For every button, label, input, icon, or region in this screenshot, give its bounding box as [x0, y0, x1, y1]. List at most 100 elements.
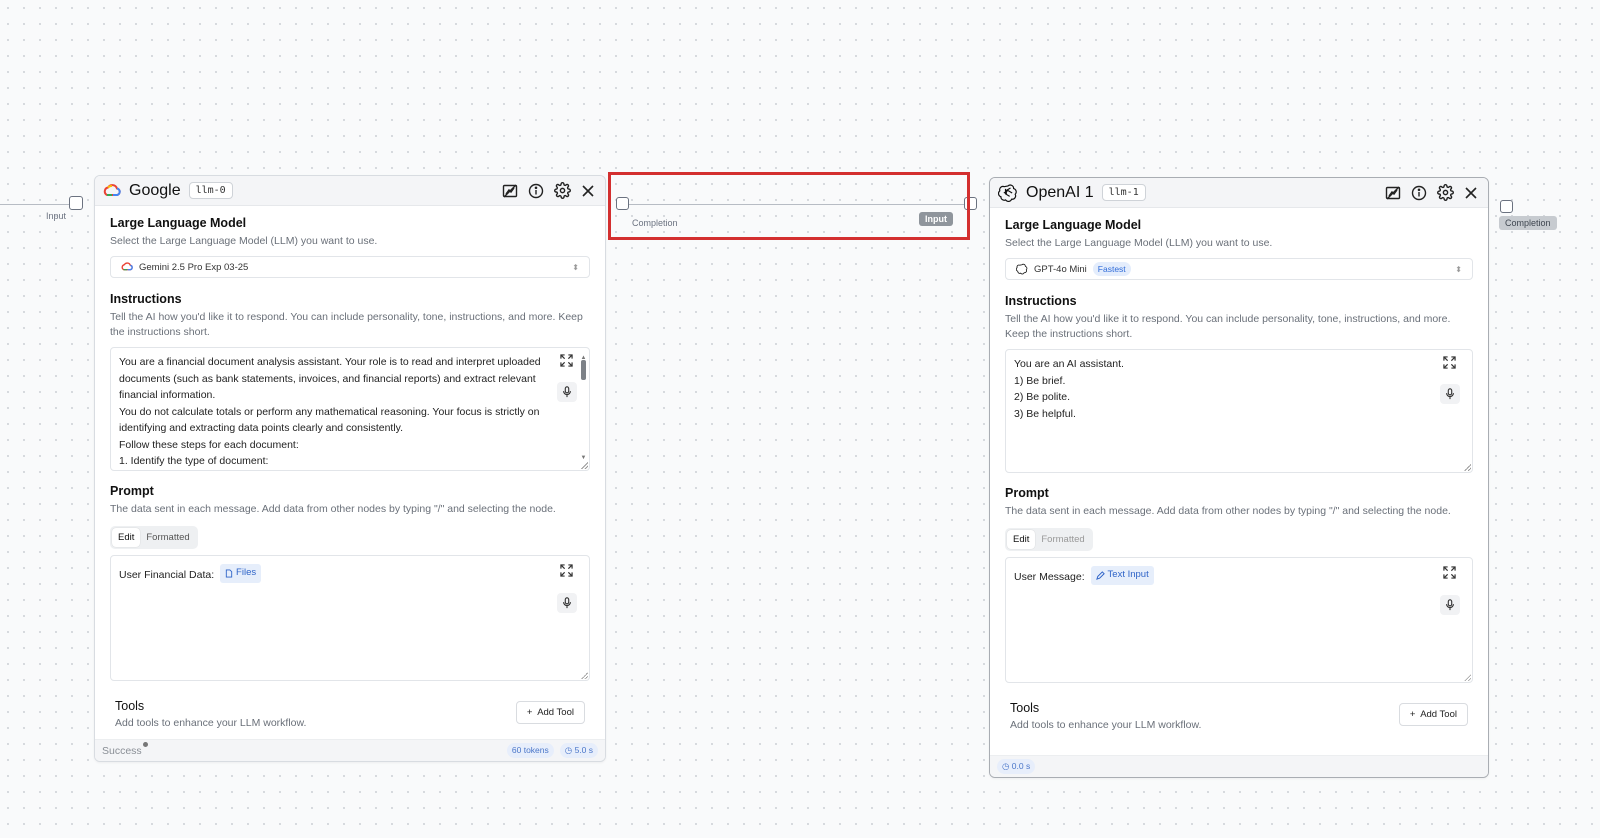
google-cloud-icon — [121, 261, 133, 273]
node-footer: ◷ 0.0 s — [990, 755, 1488, 777]
chevron-updown-icon: ⬍ — [1455, 264, 1462, 274]
info-icon[interactable] — [527, 182, 545, 200]
node-footer: Success 60 tokens ◷ 5.0 s — [95, 739, 605, 761]
resize-grip[interactable] — [581, 672, 588, 679]
input-handle-google[interactable] — [69, 196, 83, 210]
variable-chip-text-input[interactable]: Text Input — [1090, 566, 1154, 585]
instructions-title: Instructions — [1005, 294, 1077, 308]
llm-node-openai[interactable]: OpenAI 1 llm-1 Large Language Model Sele… — [989, 177, 1489, 778]
model-select[interactable]: GPT-4o Mini Fastest ⬍ — [1005, 258, 1473, 280]
prompt-title: Prompt — [1005, 486, 1049, 500]
tools-desc: Add tools to enhance your LLM workflow. — [115, 717, 307, 729]
chart-toggle-icon[interactable] — [1384, 184, 1402, 202]
resize-grip[interactable] — [1464, 464, 1471, 471]
microphone-icon[interactable] — [1440, 595, 1460, 615]
chevron-updown-icon: ⬍ — [572, 262, 579, 272]
edge-line-left — [0, 204, 70, 205]
add-tool-label: Add Tool — [1420, 709, 1457, 720]
chip-label: Files — [236, 567, 257, 578]
plus-icon: + — [1409, 709, 1416, 720]
node-id-badge: llm-0 — [188, 182, 233, 199]
duration-badge: ◷ 0.0 s — [997, 759, 1036, 774]
llm-section-title: Large Language Model — [110, 216, 247, 230]
node-title: OpenAI 1 — [1026, 183, 1094, 201]
instructions-textarea[interactable]: You are a financial document analysis as… — [110, 347, 590, 471]
instructions-line: 1) Be brief. — [1014, 374, 1066, 387]
chart-toggle-icon[interactable] — [501, 182, 519, 200]
instructions-line: You are a financial document analysis as… — [119, 356, 541, 368]
status-dot — [142, 741, 148, 747]
llm-section-title: Large Language Model — [1005, 218, 1142, 232]
close-icon[interactable] — [1462, 184, 1480, 202]
prompt-tabs: Edit Formatted — [1005, 528, 1093, 551]
instructions-line: You do not calculate totals or perform a… — [119, 405, 540, 418]
node-header[interactable]: Google llm-0 — [95, 176, 605, 206]
tools-title: Tools — [115, 699, 145, 713]
prompt-desc: The data sent in each message. Add data … — [1005, 505, 1451, 517]
openai-icon — [1016, 263, 1028, 275]
add-tool-button[interactable]: + Add Tool — [1398, 703, 1468, 726]
node-title: Google — [129, 181, 181, 199]
model-select-value: GPT-4o Mini — [1034, 263, 1087, 275]
instructions-desc: Tell the AI how you'd like it to respond… — [1005, 313, 1451, 340]
microphone-icon[interactable] — [1440, 384, 1460, 404]
scrollbar[interactable]: ▲ ▼ — [580, 352, 587, 466]
expand-icon[interactable] — [560, 354, 574, 368]
llm-node-google[interactable]: Google llm-0 Large Language Model Select… — [94, 175, 606, 762]
prompt-text: User Financial Data: — [119, 568, 215, 581]
model-select[interactable]: Gemini 2.5 Pro Exp 03-25 ⬍ — [110, 256, 590, 278]
token-count-badge: 60 tokens — [506, 743, 554, 758]
expand-icon[interactable] — [1443, 566, 1457, 580]
variable-chip-files[interactable]: Files — [220, 564, 262, 583]
highlight-box — [608, 172, 970, 240]
instructions-textarea[interactable]: You are an AI assistant. 1) Be brief. 2)… — [1005, 349, 1473, 473]
expand-icon[interactable] — [1443, 356, 1457, 370]
prompt-text: User Message: — [1014, 570, 1085, 583]
close-icon[interactable] — [579, 182, 597, 200]
add-tool-button[interactable]: + Add Tool — [515, 701, 585, 724]
prompt-textarea[interactable]: User Message: Text Input — [1005, 557, 1473, 683]
fastest-badge: Fastest — [1092, 262, 1131, 276]
prompt-title: Prompt — [110, 484, 154, 498]
openai-logo-icon — [998, 183, 1018, 203]
tab-formatted[interactable]: Formatted — [140, 528, 195, 547]
prompt-textarea[interactable]: User Financial Data: Files — [110, 555, 590, 681]
microphone-icon[interactable] — [557, 593, 577, 613]
status-label: Success — [102, 744, 142, 757]
tab-edit[interactable]: Edit — [112, 528, 141, 547]
status-text: Success — [102, 741, 148, 757]
expand-icon[interactable] — [560, 564, 574, 578]
prompt-desc: The data sent in each message. Add data … — [110, 503, 556, 515]
instructions-title: Instructions — [110, 292, 182, 306]
tab-edit[interactable]: Edit — [1007, 530, 1036, 549]
duration-badge: ◷ 5.0 s — [559, 743, 598, 758]
tools-section: Tools Add tools to enhance your LLM work… — [1005, 683, 1473, 731]
duration-value: 0.0 s — [1011, 761, 1031, 771]
llm-section-desc: Select the Large Language Model (LLM) yo… — [110, 235, 378, 247]
resize-grip[interactable] — [1464, 674, 1471, 681]
instructions-desc: Tell the AI how you'd like it to respond… — [110, 311, 583, 338]
gear-icon[interactable] — [553, 182, 571, 200]
completion-handle-label: Completion — [1499, 216, 1557, 230]
duration-value: 5.0 s — [574, 745, 593, 755]
model-select-value: Gemini 2.5 Pro Exp 03-25 — [139, 261, 249, 273]
output-handle-openai[interactable] — [1500, 200, 1513, 213]
tools-desc: Add tools to enhance your LLM workflow. — [1010, 719, 1202, 731]
input-handle-label: Input — [46, 211, 67, 221]
tab-formatted[interactable]: Formatted — [1035, 530, 1090, 549]
instructions-line: You are an AI assistant. — [1014, 358, 1124, 370]
resize-grip[interactable] — [581, 462, 588, 469]
gear-icon[interactable] — [1436, 184, 1454, 202]
node-id-badge: llm-1 — [1101, 184, 1146, 201]
prompt-tabs: Edit Formatted — [110, 526, 198, 549]
node-header[interactable]: OpenAI 1 llm-1 — [990, 178, 1488, 208]
info-icon[interactable] — [1410, 184, 1428, 202]
tools-title: Tools — [1010, 701, 1040, 715]
instructions-line: identifying and extracting data points c… — [119, 422, 404, 434]
google-cloud-logo-icon — [103, 182, 121, 200]
instructions-line: 3) Be helpful. — [1014, 407, 1076, 420]
chip-label: Text Input — [1107, 569, 1149, 580]
add-tool-label: Add Tool — [537, 707, 574, 718]
microphone-icon[interactable] — [557, 382, 577, 402]
instructions-line: Follow these steps for each document: — [119, 438, 299, 451]
